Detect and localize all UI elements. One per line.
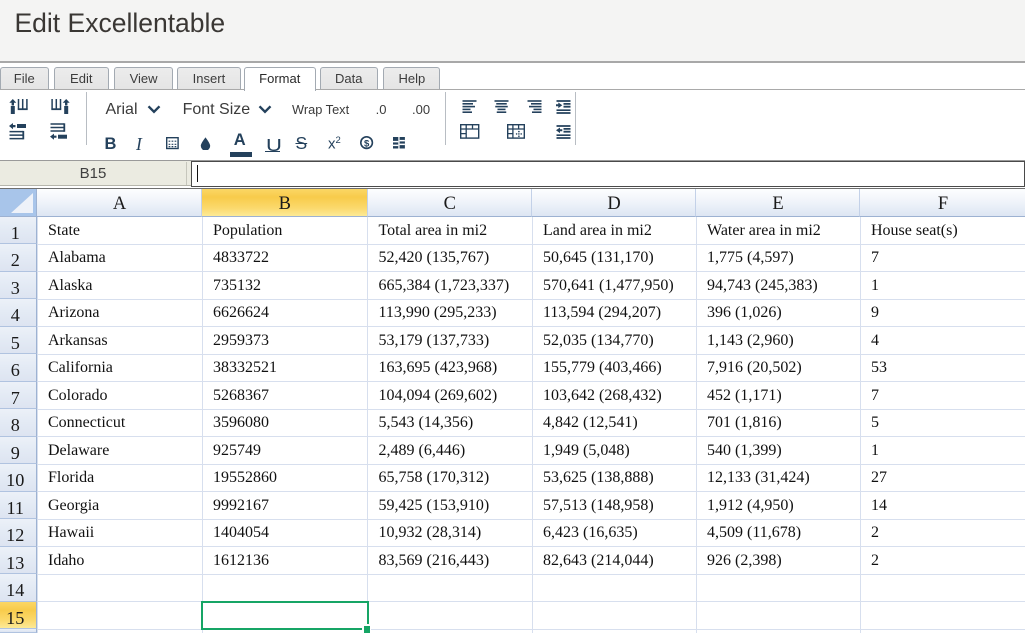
svg-text:$: $ [364,139,370,150]
